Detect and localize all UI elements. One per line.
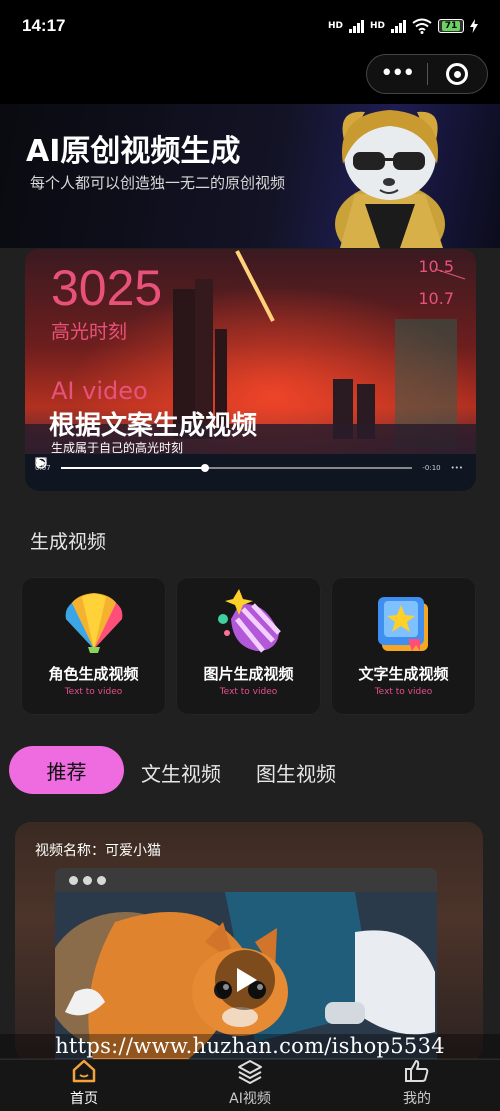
mini-program-capsule: ••• (366, 54, 488, 94)
video-progress-bar[interactable] (60, 464, 413, 472)
network-label-1: HD (327, 21, 343, 31)
card-text-video[interactable]: 文字生成视频 Text to video (331, 577, 476, 715)
video-name: 视频名称：可爱小猫 (35, 843, 161, 859)
home-icon (72, 1059, 96, 1083)
tab-recommend[interactable]: 推荐 (9, 746, 124, 794)
status-icons: HD HD 71 (328, 18, 478, 34)
watermark-url: https://www.huzhan.com/ishop5534 (0, 1034, 500, 1058)
tabbar-label-home: 首页 (70, 1091, 98, 1107)
target-close-icon (446, 63, 469, 85)
tabbar-item-ai-video[interactable]: AI视频 (190, 1060, 310, 1111)
video-card[interactable]: 视频名称：可爱小猫 (15, 822, 483, 1062)
card-subtitle: Text to video (374, 687, 433, 697)
card-subtitle: Text to video (219, 687, 278, 697)
tab-text-to-video[interactable]: 文生视频 (141, 758, 221, 787)
more-options-icon[interactable]: ••• (451, 464, 463, 472)
card-role-video[interactable]: 角色生成视频 Text to video (21, 577, 166, 715)
card-title: 图片生成视频 (203, 665, 294, 683)
network-label-2: HD (369, 21, 385, 31)
thumbs-up-icon (405, 1060, 429, 1082)
video-remaining: -0:10 (422, 464, 441, 472)
tabbar-item-mine[interactable]: 我的 (357, 1060, 477, 1111)
banner-ai-label: AI video (51, 377, 148, 405)
video-progress-fill (60, 467, 202, 469)
shell-icon (65, 593, 123, 653)
banner-highlight: 高光时刻 (51, 321, 128, 343)
nav-bar: ••• (0, 52, 500, 104)
close-button[interactable] (428, 63, 488, 85)
window-titlebar (55, 868, 437, 892)
candy-bag-icon (218, 589, 281, 653)
hero-title: AI原创视频生成 (26, 134, 241, 169)
battery-level: 71 (441, 21, 461, 31)
banner-title: 根据文案生成视频 (49, 411, 258, 441)
wifi-icon (412, 18, 432, 34)
app-root: 14:17 HD HD 71 ••• AI原创视频生成 每个人都可以创造独一无二… (0, 0, 500, 1111)
video-progress-thumb[interactable] (201, 464, 210, 472)
feature-video-banner[interactable]: 3025 高光时刻 10.5 10.7 AI video 根据文案生成视频 生成… (25, 249, 476, 491)
banner-date-bottom: 10.7 (418, 289, 454, 308)
video-controls: 0:07 -0:10 ••• (35, 457, 463, 479)
mascot-image (335, 110, 445, 248)
banner-year: 3025 (51, 260, 163, 316)
battery-icon: 71 (438, 19, 464, 33)
cast-icon[interactable] (35, 457, 47, 467)
tabbar-label-mine: 我的 (403, 1091, 431, 1107)
layers-icon (238, 1060, 262, 1084)
charging-icon (470, 19, 478, 33)
more-dots-icon[interactable]: ••• (367, 54, 427, 94)
book-star-icon (378, 597, 428, 651)
card-title: 文字生成视频 (358, 665, 449, 683)
card-image-video[interactable]: 图片生成视频 Text to video (176, 577, 321, 715)
signal-icon (348, 19, 364, 33)
banner-subtitle: 生成属于自己的高光时刻 (51, 441, 184, 455)
tab-image-to-video[interactable]: 图生视频 (256, 758, 336, 787)
status-time: 14:17 (22, 16, 66, 35)
status-bar: 14:17 HD HD 71 (0, 0, 500, 52)
card-subtitle: Text to video (64, 687, 123, 697)
hero-banner: AI原创视频生成 每个人都可以创造独一无二的原创视频 (0, 104, 500, 248)
hero-subtitle: 每个人都可以创造独一无二的原创视频 (30, 174, 286, 192)
section-title: 生成视频 (30, 531, 107, 553)
video-window (55, 868, 437, 1062)
bottom-tab-bar: 首页 AI视频 我的 (0, 1059, 500, 1111)
banner-date-top: 10.5 (418, 257, 454, 276)
signal-icon-2 (391, 19, 406, 33)
tabbar-item-home[interactable]: 首页 (24, 1059, 144, 1111)
card-title: 角色生成视频 (48, 665, 139, 683)
tabbar-label-ai-video: AI视频 (229, 1091, 271, 1107)
